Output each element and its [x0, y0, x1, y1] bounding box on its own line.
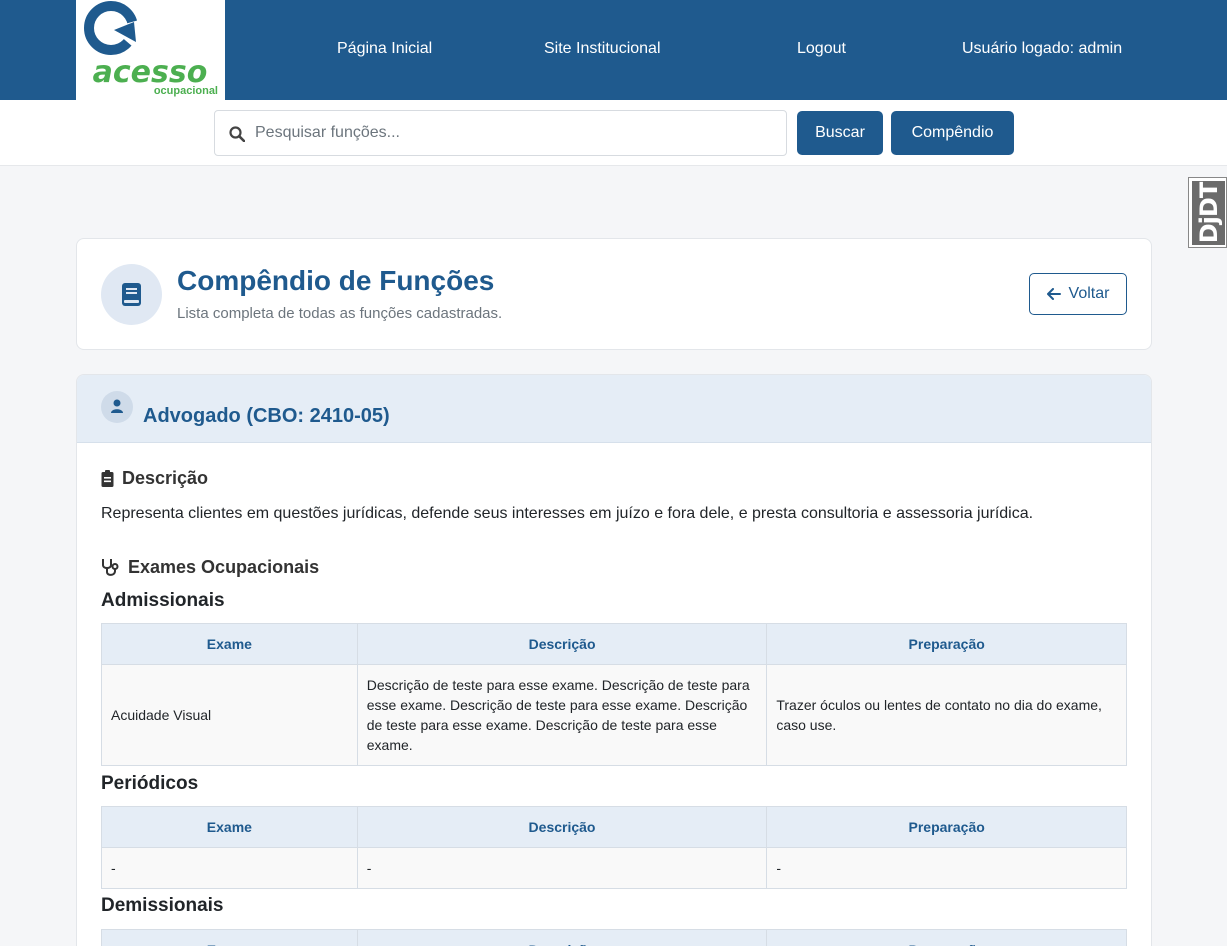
- exame-cell: -: [101, 847, 358, 889]
- column-header-descricao: Descrição: [356, 929, 768, 946]
- debug-toolbar-handle[interactable]: DjDT: [1188, 177, 1227, 248]
- exames-heading: Exames Ocupacionais: [101, 557, 319, 578]
- column-header-exame: Exame: [101, 806, 358, 848]
- clipboard-icon: [101, 470, 114, 487]
- acesso-logo-icon: acesso ocupacional: [84, 1, 218, 97]
- top-navbar: acesso ocupacional Página Inicial Site I…: [0, 0, 1227, 100]
- search-bar: Buscar Compêndio: [0, 100, 1227, 166]
- column-header-descricao: Descrição: [356, 623, 768, 665]
- funcao-card-header: Advogado (CBO: 2410-05): [77, 375, 1151, 443]
- page-subtitle: Lista completa de todas as funções cadas…: [177, 305, 503, 322]
- search-button[interactable]: Buscar: [797, 111, 883, 155]
- descricao-text: Representa clientes em questões jurídica…: [101, 505, 1034, 522]
- book-icon: [101, 264, 162, 325]
- stethoscope-icon: [102, 559, 119, 576]
- debug-toolbar-label: DjDT: [1194, 182, 1223, 244]
- group-title-admissionais: Admissionais: [101, 590, 225, 611]
- search-field[interactable]: [214, 110, 787, 156]
- funcao-title: Advogado (CBO: 2410-05): [143, 405, 390, 427]
- column-header-exame: Exame: [101, 623, 358, 665]
- back-button-label: Voltar: [1068, 285, 1110, 302]
- search-icon: [229, 126, 245, 142]
- exams-table-periodicos: Exame Descrição Preparação - - -: [101, 806, 1127, 889]
- descricao-cell: -: [356, 847, 768, 889]
- nav-site-institucional[interactable]: Site Institucional: [544, 40, 661, 58]
- descricao-heading-label: Descrição: [122, 468, 209, 488]
- svg-text:ocupacional: ocupacional: [154, 85, 218, 97]
- table-row: - - -: [101, 847, 1127, 889]
- search-input[interactable]: [255, 111, 775, 155]
- arrow-left-icon: [1046, 288, 1061, 300]
- logged-user: Usuário logado: admin: [962, 40, 1123, 57]
- logo[interactable]: acesso ocupacional: [76, 0, 225, 100]
- exames-heading-label: Exames Ocupacionais: [128, 557, 320, 577]
- column-header-descricao: Descrição: [356, 806, 768, 848]
- column-header-preparacao: Preparação: [766, 929, 1127, 946]
- column-header-preparacao: Preparação: [766, 623, 1127, 665]
- table-row: Acuidade Visual Descrição de teste para …: [101, 664, 1127, 766]
- group-title-periodicos: Periódicos: [101, 773, 199, 794]
- exame-cell: Acuidade Visual: [101, 664, 358, 766]
- page-title: Compêndio de Funções: [177, 265, 495, 296]
- nav-pagina-inicial[interactable]: Página Inicial: [337, 40, 432, 58]
- nav-logout[interactable]: Logout: [797, 40, 846, 58]
- preparacao-cell: -: [766, 847, 1127, 889]
- back-button[interactable]: Voltar: [1029, 273, 1127, 315]
- descricao-heading: Descrição: [101, 468, 208, 489]
- preparacao-cell: Trazer óculos ou lentes de contato no di…: [766, 664, 1127, 766]
- column-header-preparacao: Preparação: [766, 806, 1127, 848]
- user-icon: [101, 391, 133, 423]
- descricao-cell: Descrição de teste para esse exame. Desc…: [356, 664, 768, 766]
- exams-table-admissionais: Exame Descrição Preparação Acuidade Visu…: [101, 623, 1127, 766]
- exams-table-demissionais: Exame Descrição Preparação: [101, 929, 1127, 946]
- column-header-exame: Exame: [101, 929, 358, 946]
- group-title-demissionais: Demissionais: [101, 895, 224, 916]
- page-header-card: Compêndio de Funções Lista completa de t…: [76, 238, 1152, 350]
- compendio-button[interactable]: Compêndio: [891, 111, 1014, 155]
- funcao-card: Advogado (CBO: 2410-05) Descrição Repres…: [76, 374, 1152, 946]
